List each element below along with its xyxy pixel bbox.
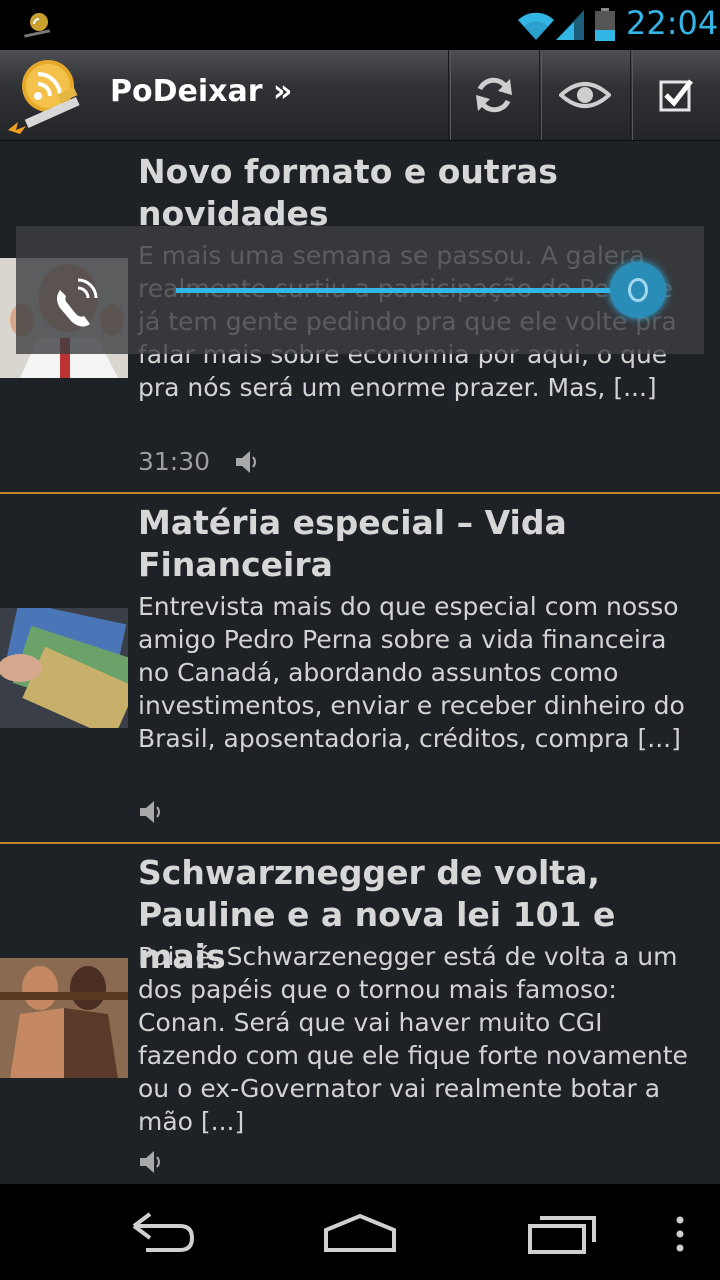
- status-time: 22:04: [626, 4, 719, 42]
- phone-call-button[interactable]: [16, 258, 128, 354]
- slider-handle[interactable]: [610, 262, 666, 318]
- episode-title: Novo formato e outras novidades: [138, 152, 558, 233]
- wifi-icon: [518, 12, 554, 41]
- select-button[interactable]: [630, 50, 720, 140]
- recents-icon[interactable]: [522, 1202, 602, 1262]
- episode-title: Matéria especial – Vida Financeira: [138, 503, 567, 584]
- episode-duration: 31:30: [138, 447, 211, 476]
- feed-item[interactable]: Schwarznegger de volta, Pauline e a nova…: [0, 844, 720, 1184]
- refresh-button[interactable]: [448, 50, 539, 140]
- mark-read-button[interactable]: [539, 50, 630, 140]
- back-icon[interactable]: [120, 1202, 200, 1262]
- status-bar: 22:04: [0, 0, 720, 50]
- phone-call-icon: [57, 278, 98, 327]
- checkbox-icon: [659, 79, 693, 112]
- speaker-icon: [140, 1151, 160, 1173]
- call-slider-overlay[interactable]: [16, 226, 704, 354]
- episode-thumbnail: [0, 608, 128, 728]
- speaker-icon: [236, 450, 257, 473]
- menu-icon[interactable]: [660, 1202, 700, 1262]
- home-icon[interactable]: [320, 1202, 400, 1262]
- episode-description: Pois é, Schwarzenegger está de volta a u…: [138, 942, 688, 1136]
- episode-meta: [138, 798, 164, 826]
- signal-icon: [556, 10, 584, 40]
- battery-icon: [595, 8, 615, 41]
- eye-icon: [559, 82, 611, 108]
- app-logo-icon[interactable]: [4, 56, 94, 136]
- app-notification-icon: [24, 13, 51, 38]
- nav-bar: [0, 1184, 720, 1280]
- action-bar: PoDeixar »: [0, 50, 720, 141]
- feed-item[interactable]: Matéria especial – Vida Financeira Entre…: [0, 494, 720, 844]
- app-title[interactable]: PoDeixar »: [110, 74, 292, 109]
- episode-meta: [138, 1148, 164, 1176]
- speaker-icon: [140, 801, 160, 823]
- slider-track: [176, 288, 646, 293]
- refresh-icon: [476, 77, 512, 113]
- episode-meta: 31:30: [138, 447, 260, 476]
- episode-thumbnail: [0, 958, 128, 1078]
- episode-description: Entrevista mais do que especial com noss…: [138, 592, 685, 753]
